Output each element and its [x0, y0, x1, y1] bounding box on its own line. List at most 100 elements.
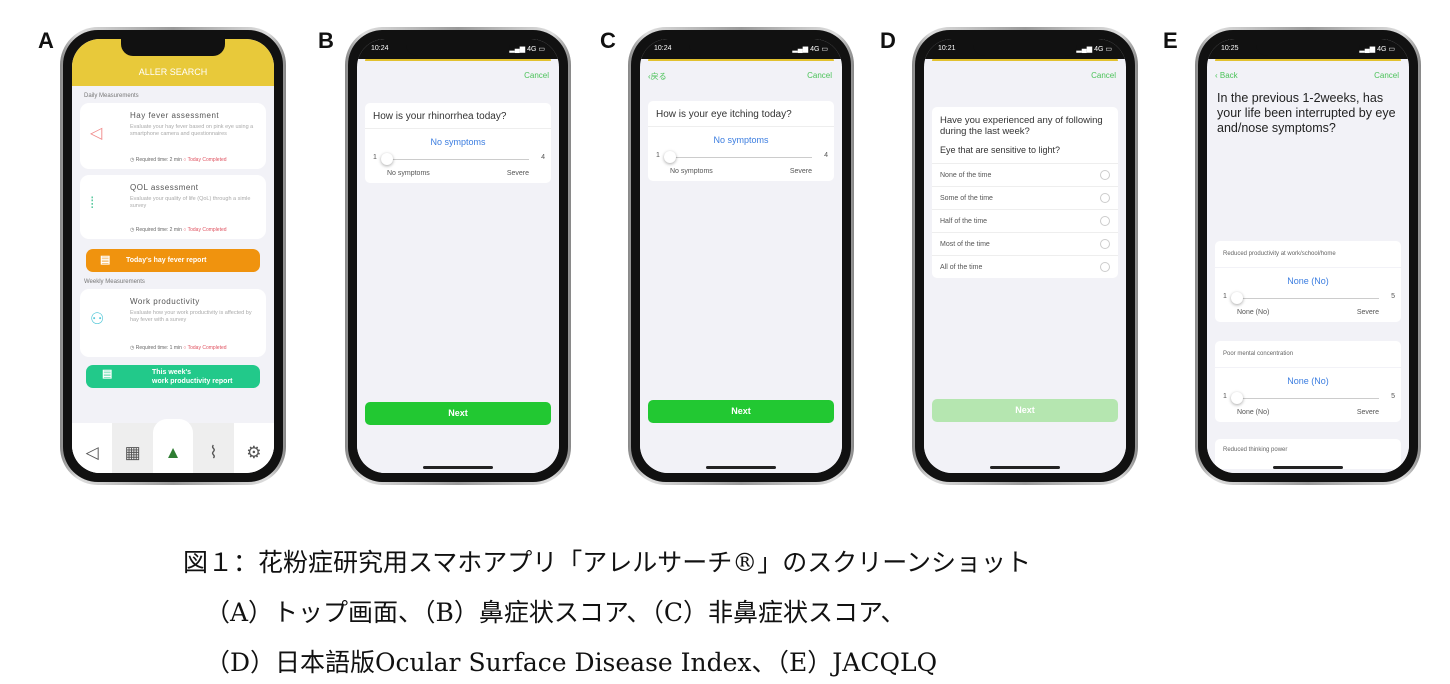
- slider-knob[interactable]: [664, 151, 676, 163]
- selected-value: No symptoms: [713, 135, 769, 145]
- required-time: Required time: 1 min: [135, 345, 182, 351]
- back-button[interactable]: ‹ Back: [1215, 71, 1238, 80]
- tab-eye-icon[interactable]: ◁: [72, 423, 113, 473]
- home-indicator: [706, 466, 776, 469]
- notch: [1256, 39, 1360, 56]
- footprints-icon: ⁞: [90, 195, 95, 212]
- option-half[interactable]: Half of the time: [932, 209, 1118, 232]
- notch: [689, 39, 793, 56]
- radio-icon: [1100, 193, 1110, 203]
- signal-icon: ▂▄▆ 4G ▭: [1076, 46, 1112, 53]
- option-some[interactable]: Some of the time: [932, 186, 1118, 209]
- hay-fever-report-button[interactable]: ▤ Today's hay fever report: [86, 249, 260, 272]
- phone-d: 10:21 ▂▄▆ 4G ▭ Cancel Have you experience…: [912, 27, 1138, 485]
- signal-icon: ▂▄▆ 4G ▭: [509, 46, 545, 53]
- card-meta: ◷ Required time: 1 min ○ Today Completed: [130, 345, 227, 351]
- severity-slider[interactable]: 14: [373, 151, 545, 167]
- severity-slider[interactable]: 15: [1223, 390, 1395, 406]
- home-indicator: [990, 466, 1060, 469]
- status-badge: ○ Today Completed: [183, 227, 227, 233]
- slider-knob[interactable]: [1231, 392, 1243, 404]
- people-icon: ⚇: [90, 311, 105, 328]
- card-desc: Evaluate your quality of life (QoL) thro…: [130, 196, 251, 209]
- radio-icon: [1100, 170, 1110, 180]
- weekly-label: Weekly Measurements: [84, 279, 145, 285]
- phone-c: 10:24 ▂▄▆ 4G ▭ ‹戻る Cancel How is your eye…: [628, 27, 854, 485]
- eye-icon: ◁: [90, 125, 103, 142]
- panel-label-d: D: [880, 28, 896, 53]
- qol-card[interactable]: ⁞ QOL assessment Evaluate your quality o…: [80, 175, 266, 239]
- item-label: Reduced thinking power: [1223, 447, 1288, 453]
- status-badge: ○ Today Completed: [183, 345, 227, 351]
- question: In the previous 1-2weeks, has your life …: [1217, 91, 1396, 135]
- card-title: Hay fever assessment: [130, 111, 220, 120]
- panel-label-c: C: [600, 28, 616, 53]
- card-meta: ◷ Required time: 2 min ○ Today Completed: [130, 157, 227, 163]
- phone-a: ALLER SEARCH Daily Measurements ◁ Hay fe…: [60, 27, 286, 485]
- panel-label-b: B: [318, 28, 334, 53]
- severity-slider[interactable]: 14: [656, 149, 828, 165]
- caption-title: 図１：花粉症研究用スマホアプリ「アレルサーチ®」のスクリーンショット: [183, 548, 1032, 577]
- tab-calendar-icon[interactable]: ▦: [112, 423, 152, 473]
- radio-icon: [1100, 262, 1110, 272]
- item-label: Reduced productivity at work/school/home: [1215, 241, 1401, 268]
- status-badge: ○ Today Completed: [183, 157, 227, 163]
- tab-tree-icon[interactable]: ▲: [152, 419, 194, 473]
- cancel-button[interactable]: Cancel: [524, 71, 549, 80]
- question-card: Have you experienced any of following du…: [932, 107, 1118, 278]
- radio-icon: [1100, 216, 1110, 226]
- notch: [973, 39, 1077, 56]
- cancel-button[interactable]: Cancel: [1091, 71, 1116, 80]
- next-button-disabled[interactable]: Next: [932, 399, 1118, 422]
- question: How is your eye itching today?: [648, 101, 834, 127]
- cancel-button[interactable]: Cancel: [807, 71, 832, 80]
- work-productivity-report-button[interactable]: ▤ This week's work productivity report: [86, 365, 260, 388]
- subquestion: Eye that are sensitive to light?: [940, 145, 1061, 155]
- work-productivity-card[interactable]: ⚇ Work productivity Evaluate how your wo…: [80, 289, 266, 357]
- option-none[interactable]: None of the time: [932, 163, 1118, 186]
- tab-gear-icon[interactable]: ⚙: [233, 423, 274, 473]
- option-most[interactable]: Most of the time: [932, 232, 1118, 255]
- signal-icon: ▂▄▆ 4G ▭: [792, 46, 828, 53]
- signal-icon: ▂▄▆ 4G ▭: [1359, 46, 1395, 53]
- eye-itching-screen: 10:24 ▂▄▆ 4G ▭ ‹戻る Cancel How is your eye…: [640, 39, 842, 473]
- card-desc: Evaluate how your work productivity is a…: [130, 310, 252, 323]
- home-indicator: [423, 466, 493, 469]
- home-screen: ALLER SEARCH Daily Measurements ◁ Hay fe…: [72, 39, 274, 473]
- osdi-screen: 10:21 ▂▄▆ 4G ▭ Cancel Have you experience…: [924, 39, 1126, 473]
- clipboard-icon: ▤: [102, 368, 113, 380]
- item-card: Reduced productivity at work/school/home…: [1215, 241, 1401, 322]
- panel-label-e: E: [1163, 28, 1178, 53]
- phone-e: 10:25 ▂▄▆ 4G ▭ ‹ Back Cancel In the previ…: [1195, 27, 1421, 485]
- phone-b: 10:24 ▂▄▆ 4G ▭ Cancel How is your rhinorr…: [345, 27, 571, 485]
- next-button[interactable]: Next: [648, 400, 834, 423]
- card-meta: ◷ Required time: 2 min ○ Today Completed: [130, 227, 227, 233]
- severity-slider[interactable]: 15: [1223, 290, 1395, 306]
- daily-label: Daily Measurements: [84, 93, 139, 99]
- next-button[interactable]: Next: [365, 402, 551, 425]
- slider-knob[interactable]: [381, 153, 393, 165]
- option-all[interactable]: All of the time: [932, 255, 1118, 278]
- card-desc: Evaluate your hay fever based on pink ey…: [130, 124, 254, 137]
- min-label: No symptoms: [670, 168, 713, 175]
- required-time: Required time: 2 min: [135, 157, 182, 163]
- card-title: QOL assessment: [130, 183, 199, 192]
- hay-fever-card[interactable]: ◁ Hay fever assessment Evaluate your hay…: [80, 103, 266, 169]
- slider-knob[interactable]: [1231, 292, 1243, 304]
- question: How is your rhinorrhea today?: [365, 103, 551, 129]
- clipboard-icon: ▤: [100, 254, 111, 266]
- min-label: No symptoms: [387, 170, 430, 177]
- max-label: Severe: [506, 170, 529, 177]
- back-button[interactable]: ‹戻る: [648, 71, 667, 82]
- selected-value: None (No): [1287, 376, 1329, 386]
- question-card: How is your rhinorrhea today? No symptom…: [365, 103, 551, 183]
- selected-value: None (No): [1287, 276, 1329, 286]
- notch: [406, 39, 510, 56]
- jacqlq-screen: 10:25 ▂▄▆ 4G ▭ ‹ Back Cancel In the previ…: [1207, 39, 1409, 473]
- panel-label-a: A: [38, 28, 54, 53]
- item-label: Poor mental concentration: [1215, 341, 1401, 368]
- required-time: Required time: 2 min: [135, 227, 182, 233]
- caption-line-3: （D）日本語版Ocular Surface Disease Index、（E）J…: [205, 648, 938, 677]
- cancel-button[interactable]: Cancel: [1374, 71, 1399, 80]
- tab-map-icon[interactable]: ⌇: [193, 423, 233, 473]
